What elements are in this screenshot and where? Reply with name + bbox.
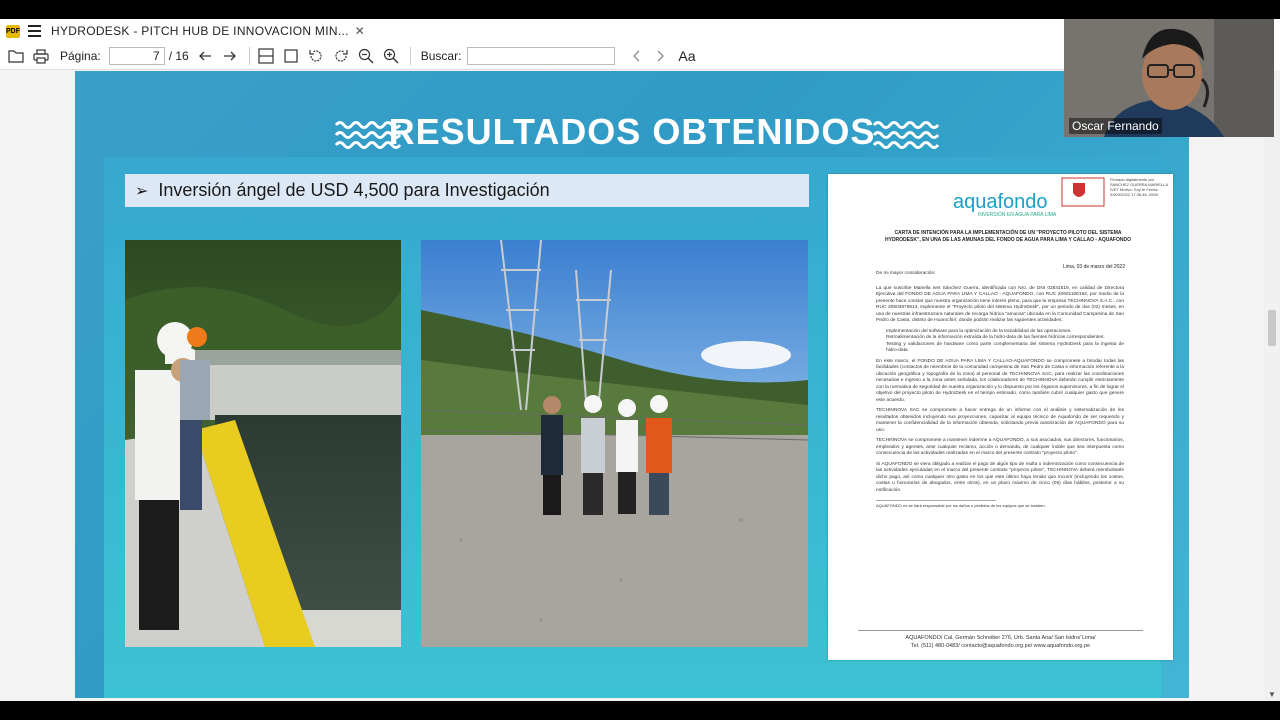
letter-footer: AQUAFONDO/ Cal. Germán Schreiber 276, Ur… [858, 630, 1143, 650]
previous-page-icon[interactable] [196, 47, 214, 65]
letter-paragraph: TECHINNOVA se compromete a mantener inde… [876, 438, 1124, 456]
letter-paragraph: En este marco, el FONDO DE AGUA PARA LIM… [876, 358, 1124, 403]
substation-group-photo [421, 240, 808, 647]
title-bar: PDF HYDRODESK - PITCH HUB DE INNOVACION … [0, 19, 1064, 43]
document-viewer[interactable]: RESULTADOS OBTENIDOS ➢ Inversión ángel d… [0, 70, 1264, 701]
wave-decoration-icon [872, 121, 940, 149]
bullet-investment: ➢ Inversión ángel de USD 4,500 para Inve… [125, 174, 809, 207]
letter-date: Lima, 03 de marzo del 2022 [1063, 264, 1125, 270]
top-black-bar [0, 0, 1280, 19]
pdf-app-icon: PDF [6, 24, 20, 38]
toolbar-separator [409, 47, 411, 65]
scroll-down-icon[interactable]: ▼ [1268, 690, 1276, 699]
text-size-icon[interactable]: Aa [678, 48, 695, 64]
zoom-in-icon[interactable] [382, 47, 400, 65]
zoom-out-icon[interactable] [357, 47, 375, 65]
letter-paragraph: TECHINNOVA SAC se compromete a hacer ent… [876, 408, 1124, 433]
participant-name: Oscar Fernando [1069, 118, 1162, 134]
page-total: / 16 [168, 49, 189, 63]
bottom-black-bar [0, 701, 1280, 720]
search-previous-icon[interactable] [627, 47, 645, 65]
aquafondo-tagline: INVERSIÓN EN AGUA PARA LIMA [978, 212, 1057, 218]
slide-title: RESULTADOS OBTENIDOS [388, 111, 876, 152]
toolbar: Página: 7 / 16 Buscar: Aa [0, 43, 1064, 70]
search-label: Buscar: [420, 49, 462, 63]
page-label: Página: [60, 49, 101, 63]
slide-page: RESULTADOS OBTENIDOS ➢ Inversión ángel d… [75, 71, 1189, 698]
page-number-input[interactable]: 7 [108, 47, 165, 65]
letter-list-item: Retroalimentación de la información extr… [886, 335, 1105, 340]
open-folder-icon[interactable] [7, 47, 25, 65]
fit-width-icon[interactable] [257, 47, 275, 65]
aquafondo-logo: aquafondo [953, 191, 1048, 213]
letter-of-intent: aquafondo INVERSIÓN EN AGUA PARA LIMA Fi… [828, 174, 1173, 660]
toolbar-separator [248, 47, 250, 65]
search-next-icon[interactable] [652, 47, 670, 65]
document-tab-title[interactable]: HYDRODESK - PITCH HUB DE INNOVACION MIN.… [51, 24, 349, 38]
letter-body: De mi mayor consideración: La que suscri… [876, 271, 1124, 510]
letter-footer-address: AQUAFONDO/ Cal. Germán Schreiber 276, Ur… [905, 635, 1096, 641]
bullet-arrow-icon: ➢ [135, 182, 149, 200]
search-input[interactable] [467, 47, 616, 65]
rotate-left-icon[interactable] [307, 47, 325, 65]
vertical-scrollbar[interactable]: ▲ ▼ [1264, 70, 1280, 701]
print-icon[interactable] [32, 47, 50, 65]
rotate-right-icon[interactable] [332, 47, 350, 65]
reservoir-visit-photo [125, 240, 401, 647]
letter-footnote: AQUAFONDO no se hará responsable por los… [876, 500, 1046, 510]
peru-seal-icon [1061, 177, 1105, 207]
scroll-thumb[interactable] [1268, 310, 1276, 346]
next-page-icon[interactable] [221, 47, 239, 65]
bullet-text: Inversión ángel de USD 4,500 para Invest… [158, 180, 550, 200]
letter-list-item: Testing y validaciones de hardware como … [886, 341, 1124, 354]
hamburger-menu-icon[interactable] [28, 25, 41, 37]
letter-paragraph: La que suscribe Mariella Ivet Sánchez Gu… [876, 285, 1124, 324]
digital-signature: Firmado digitalmente por SANCHEZ GUERRA … [1110, 177, 1168, 197]
letter-heading: CARTA DE INTENCIÓN PARA LA IMPLEMENTACIÓ… [885, 230, 1131, 243]
fit-page-icon[interactable] [282, 47, 300, 65]
letter-footer-contact: Tel. (511) 480-0483/ contacto@aquafondo.… [910, 643, 1091, 649]
webcam-video: Oscar Fernando [1064, 19, 1274, 137]
letter-paragraph: Si AQUAFONDO se viera obligado a realiza… [876, 461, 1124, 493]
close-tab-icon[interactable]: ✕ [355, 24, 365, 38]
letter-greeting: De mi mayor consideración: [876, 271, 936, 276]
